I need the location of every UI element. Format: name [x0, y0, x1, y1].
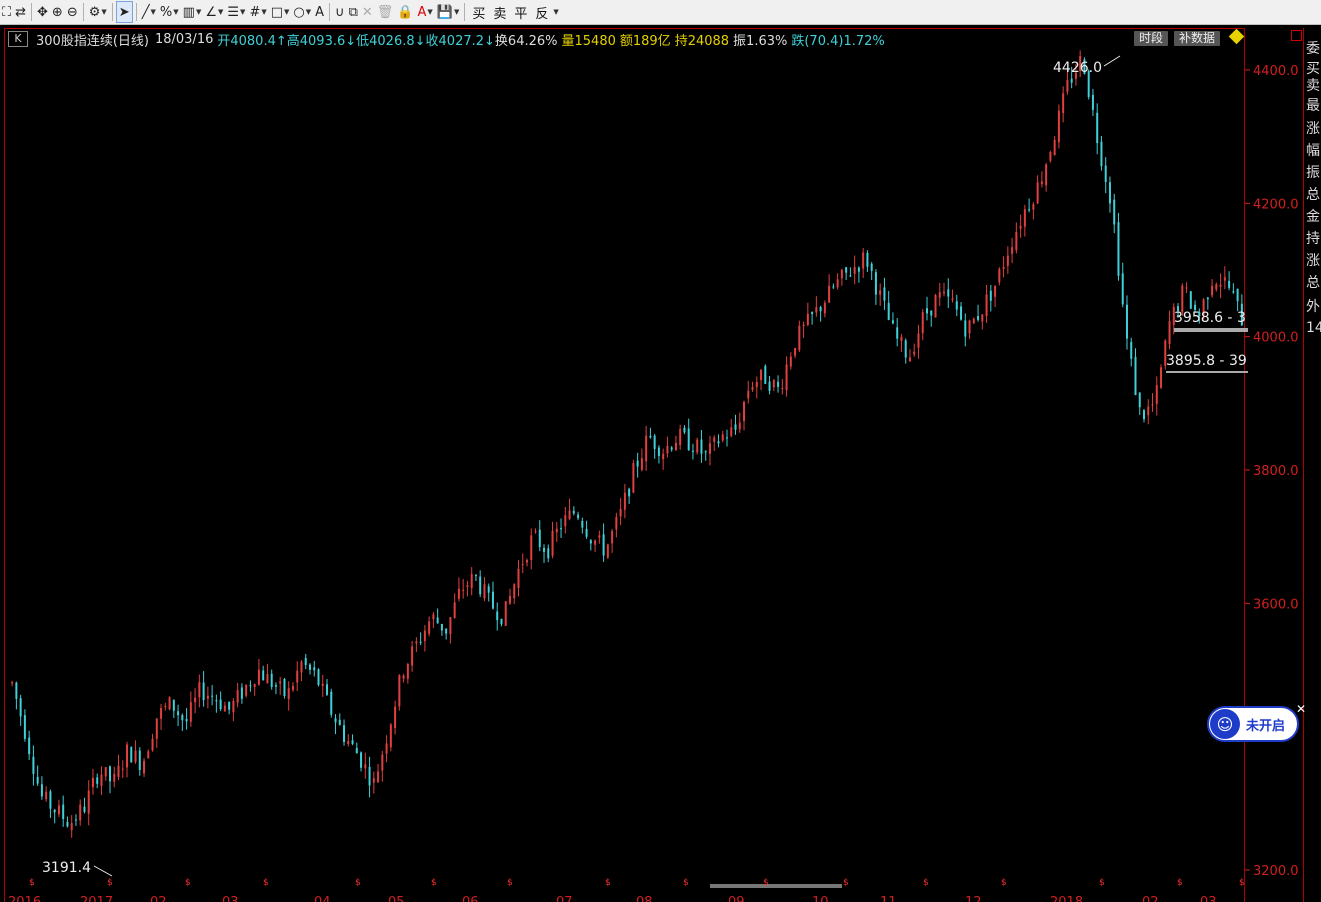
- line-icon[interactable]: ╱ ▼: [140, 2, 158, 22]
- flat-button[interactable]: 平: [514, 3, 527, 22]
- right-panel-label: 14: [1306, 320, 1321, 336]
- refresh-icon[interactable]: ⇄: [13, 2, 28, 22]
- live-status-badge[interactable]: ☺ 未开启: [1207, 706, 1299, 742]
- trash-icon[interactable]: 🗑: [375, 2, 396, 22]
- right-panel-label: 卖: [1306, 78, 1320, 94]
- right-panel-label: 涨: [1306, 121, 1320, 137]
- right-panel-label: 总: [1306, 187, 1320, 203]
- zoom-out-icon[interactable]: ⊖: [65, 2, 80, 22]
- y-tick-label: 4200.0: [1253, 197, 1299, 212]
- right-panel-label: 振: [1306, 165, 1320, 181]
- y-tick-label: 3800.0: [1253, 464, 1299, 479]
- angle-icon[interactable]: ∠ ▼: [203, 2, 225, 22]
- high-value: 高4093.6↓: [286, 33, 357, 49]
- color-icon[interactable]: A ▼: [415, 2, 434, 22]
- delete-icon[interactable]: ✕: [360, 2, 375, 22]
- y-tick-label: 4400.0: [1253, 64, 1299, 79]
- volume-value: 量15480: [561, 33, 616, 49]
- toolbar-divider: [329, 3, 331, 21]
- right-panel-label: 最: [1306, 98, 1320, 114]
- supplement-data-button[interactable]: 补数据: [1174, 31, 1221, 46]
- grid-icon[interactable]: ▥ ▼: [181, 2, 204, 22]
- user-icon: ☺: [1210, 709, 1240, 739]
- sell-button[interactable]: 卖: [493, 3, 506, 22]
- y-tick-label: 3600.0: [1253, 597, 1299, 612]
- right-panel-label: 委: [1306, 41, 1320, 57]
- settings-icon[interactable]: ⚙ ▼: [87, 2, 109, 22]
- copy-icon[interactable]: ⧉: [347, 2, 360, 22]
- toolbar: ⛶ ⇄ ✥ ⊕ ⊖ ⚙ ▼ ➤ ╱ ▼ % ▼ ▥ ▼ ∠ ▼ ☰ ▼ # ▼ □ ▼ ○ ▼ A…: [0, 0, 1321, 25]
- move-icon[interactable]: ✥: [35, 2, 50, 22]
- amount-value: 额189亿: [619, 33, 671, 49]
- toolbar-divider: [31, 3, 33, 21]
- change-value: 跌(70.4)1.72%: [791, 33, 885, 49]
- rect-icon[interactable]: □ ▼: [269, 2, 292, 22]
- low-value: 低4026.8↓: [356, 33, 426, 49]
- panel-toggle-icon[interactable]: [1291, 30, 1302, 41]
- buy-button[interactable]: 买: [472, 3, 485, 22]
- badge-label: 未开启: [1246, 718, 1286, 734]
- amplitude-value: 振1.63%: [733, 33, 788, 49]
- y-tick-label: 3200.0: [1253, 864, 1299, 879]
- list-icon[interactable]: ☰ ▼: [225, 2, 247, 22]
- hash-icon[interactable]: # ▼: [247, 2, 268, 22]
- toolbar-divider: [82, 3, 84, 21]
- right-panel-label: 持: [1306, 231, 1320, 247]
- right-panel-label: 金: [1306, 209, 1320, 225]
- right-panel-label: 幅: [1306, 143, 1320, 159]
- y-tick-label: 4000.0: [1253, 331, 1299, 346]
- close-icon[interactable]: ✕: [1296, 702, 1306, 716]
- k-label[interactable]: K: [8, 31, 28, 47]
- open-value: 开4080.4↑: [217, 33, 287, 49]
- zoom-icon[interactable]: ⛶: [0, 2, 13, 22]
- lock-icon[interactable]: 🔒: [395, 2, 415, 22]
- chevron-down-icon[interactable]: ▼: [553, 8, 558, 16]
- toolbar-divider: [111, 3, 113, 21]
- text-icon[interactable]: A: [313, 2, 326, 22]
- instrument-name: 300股指连续(日线): [36, 33, 149, 49]
- right-panel-label: 总: [1306, 275, 1320, 291]
- position-value: 持24088: [674, 33, 730, 49]
- y-axis: 4400.0 4200.0 4000.0 3800.0 3600.0 3200.0: [1245, 64, 1299, 879]
- quote-info-bar: K 300股指连续(日线) 18/03/16 开4080.4↑ 高4093.6↓…: [8, 30, 885, 49]
- period-button[interactable]: 时段: [1134, 31, 1169, 46]
- right-panel-label: 涨: [1306, 253, 1320, 269]
- toolbar-divider: [135, 3, 137, 21]
- cursor-icon[interactable]: ➤: [115, 1, 133, 23]
- magnet-icon[interactable]: ∪: [333, 2, 347, 22]
- toolbar-divider: [464, 3, 466, 21]
- quote-date: 18/03/16: [154, 31, 214, 47]
- reverse-button[interactable]: 反: [535, 3, 548, 22]
- chart-frame: [4, 28, 1245, 902]
- zoom-in-icon[interactable]: ⊕: [50, 2, 65, 22]
- right-panel-label: 外: [1306, 299, 1320, 315]
- save-icon[interactable]: 💾 ▼: [435, 2, 462, 22]
- percent-icon[interactable]: % ▼: [158, 2, 181, 22]
- circle-icon[interactable]: ○ ▼: [291, 2, 313, 22]
- close-value: 收4027.2↓: [425, 33, 495, 49]
- turnover-value: 换64.26%: [494, 33, 558, 49]
